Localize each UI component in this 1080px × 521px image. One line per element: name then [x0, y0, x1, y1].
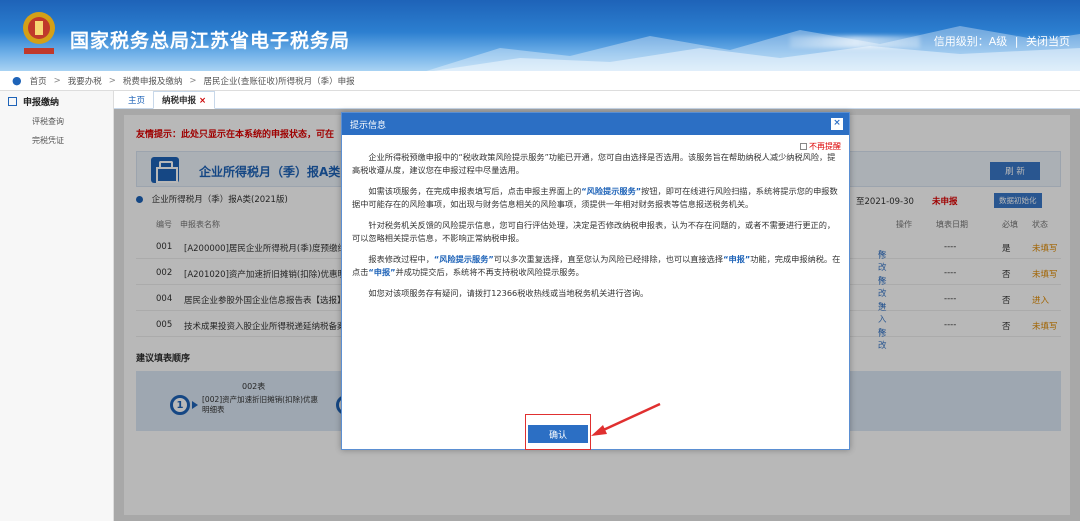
blurred-username: [790, 36, 921, 48]
tab-home[interactable]: 主页: [120, 92, 153, 108]
top-right-links: 信用级别：A级 | 关闭当页: [786, 33, 1070, 49]
breadcrumb-tax[interactable]: 我要办税: [68, 75, 102, 87]
top-header: 国家税务总局江苏省电子税务局 信用级别：A级 | 关闭当页: [0, 0, 1080, 71]
highlight-risk-service: “风险提示服务”: [581, 186, 642, 196]
divider: |: [1014, 35, 1019, 48]
close-icon[interactable]: ×: [831, 118, 843, 130]
tab-bar: 主页 纳税申报 ×: [114, 91, 1080, 109]
highlight-declare: “申报”: [368, 267, 396, 277]
confirm-button[interactable]: 确认: [528, 425, 588, 443]
tax-emblem-icon: [23, 12, 55, 54]
dialog-title: 提示信息: [350, 120, 387, 131]
tab-label: 主页: [128, 96, 146, 106]
checkbox-icon[interactable]: [800, 143, 807, 150]
breadcrumb-home[interactable]: 首页: [30, 75, 47, 87]
sidebar-group-label: 申报缴纳: [23, 98, 60, 108]
breadcrumb-separator: >: [189, 75, 197, 86]
breadcrumb-separator: >: [108, 75, 116, 86]
sidebar: 申报缴纳 评税查询 完税凭证: [0, 91, 114, 521]
paragraph-4: 报表修改过程中，“风险提示服务”可以多次重复选择，直至您认为风险已经排除，也可以…: [352, 253, 842, 279]
text: 如需该项服务，在完成申报表填写后，点击申报主界面上的: [368, 186, 582, 196]
tab-declare[interactable]: 纳税申报 ×: [153, 91, 216, 109]
dialog-header: 提示信息 ×: [342, 113, 849, 135]
text: 可以多次重复选择，直至您认为风险已经排除，也可以直接选择: [493, 254, 724, 264]
square-icon: [8, 97, 17, 106]
text: 并成功提交后，系统将不再支持税收风险提示服务。: [395, 267, 584, 277]
site-title: 国家税务总局江苏省电子税务局: [70, 30, 351, 52]
breadcrumb-current: 居民企业(查账征收)所得税月（季）申报: [203, 76, 355, 87]
sidebar-item-certificate[interactable]: 完税凭证: [0, 131, 113, 150]
tab-close-icon[interactable]: ×: [199, 96, 206, 106]
paragraph-1: 企业所得税预缴申报中的“税收政策风险提示服务”功能已开通，您可自由选择是否选用。…: [352, 152, 836, 175]
annotation-arrow-icon: [591, 402, 661, 436]
breadcrumb-separator: >: [53, 75, 61, 86]
tab-label: 纳税申报: [162, 96, 197, 106]
breadcrumb-declare[interactable]: 税费申报及缴纳: [123, 75, 183, 87]
sidebar-group-declare[interactable]: 申报缴纳: [0, 91, 113, 112]
sidebar-item-query[interactable]: 评税查询: [0, 112, 113, 131]
paragraph-2: 如需该项服务，在完成申报表填写后，点击申报主界面上的“风险提示服务”按钮，即可在…: [352, 185, 842, 211]
highlight-declare: “申报”: [723, 254, 751, 264]
location-pin-icon: ●: [12, 74, 22, 87]
paragraph-5: 如您对该项服务存有疑问，请拨打12366税收热线或当地税务机关进行咨询。: [368, 288, 649, 298]
credit-level: 信用级别：A级: [933, 35, 1008, 48]
paragraph-3: 针对税务机关反馈的风险提示信息，您可自行评估处理，决定是否修改纳税申报表，认为不…: [352, 220, 836, 243]
highlight-risk-service: “风险提示服务”: [433, 254, 494, 264]
dialog-body: 企业所得税预缴申报中的“税收政策风险提示服务”功能已开通，您可自由选择是否选用。…: [352, 151, 842, 308]
breadcrumb: ● 首页 > 我要办税 > 税费申报及缴纳 > 居民企业(查账征收)所得税月（季…: [0, 71, 1080, 91]
close-page-link[interactable]: 关闭当页: [1026, 35, 1070, 48]
text: 报表修改过程中，: [368, 254, 434, 264]
